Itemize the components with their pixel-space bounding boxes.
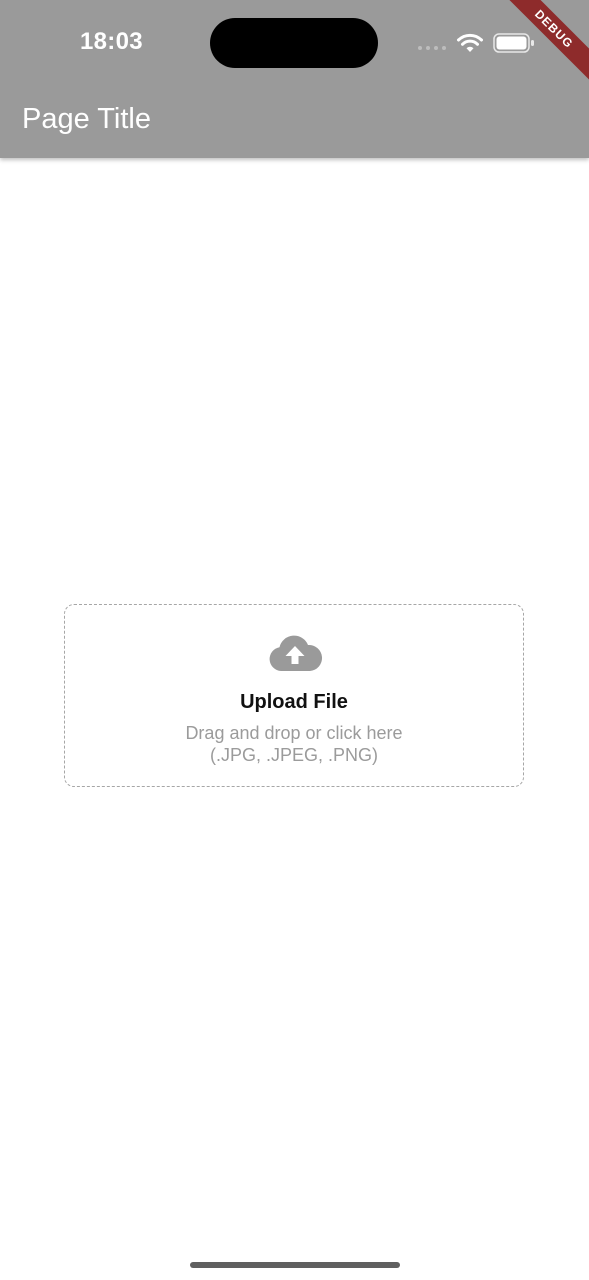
upload-dropzone[interactable]: Upload File Drag and drop or click here … bbox=[64, 604, 524, 787]
cloud-upload-icon bbox=[269, 635, 323, 671]
status-time: 18:03 bbox=[80, 28, 143, 55]
page-title: Page Title bbox=[22, 103, 151, 135]
battery-icon bbox=[493, 33, 534, 53]
screen: 18:03 DEBUG Page Title Upload File Drag … bbox=[0, 0, 589, 1280]
upload-file-types: (.JPG, .JPEG, .PNG) bbox=[209, 745, 379, 765]
home-indicator[interactable] bbox=[190, 1262, 400, 1268]
wifi-icon bbox=[457, 33, 483, 52]
cellular-signal-icon bbox=[418, 46, 448, 52]
upload-title: Upload File bbox=[240, 691, 348, 713]
dynamic-island bbox=[210, 18, 378, 68]
upload-hint: Drag and drop or click here bbox=[185, 723, 403, 743]
app-header: 18:03 DEBUG Page Title bbox=[0, 0, 589, 158]
